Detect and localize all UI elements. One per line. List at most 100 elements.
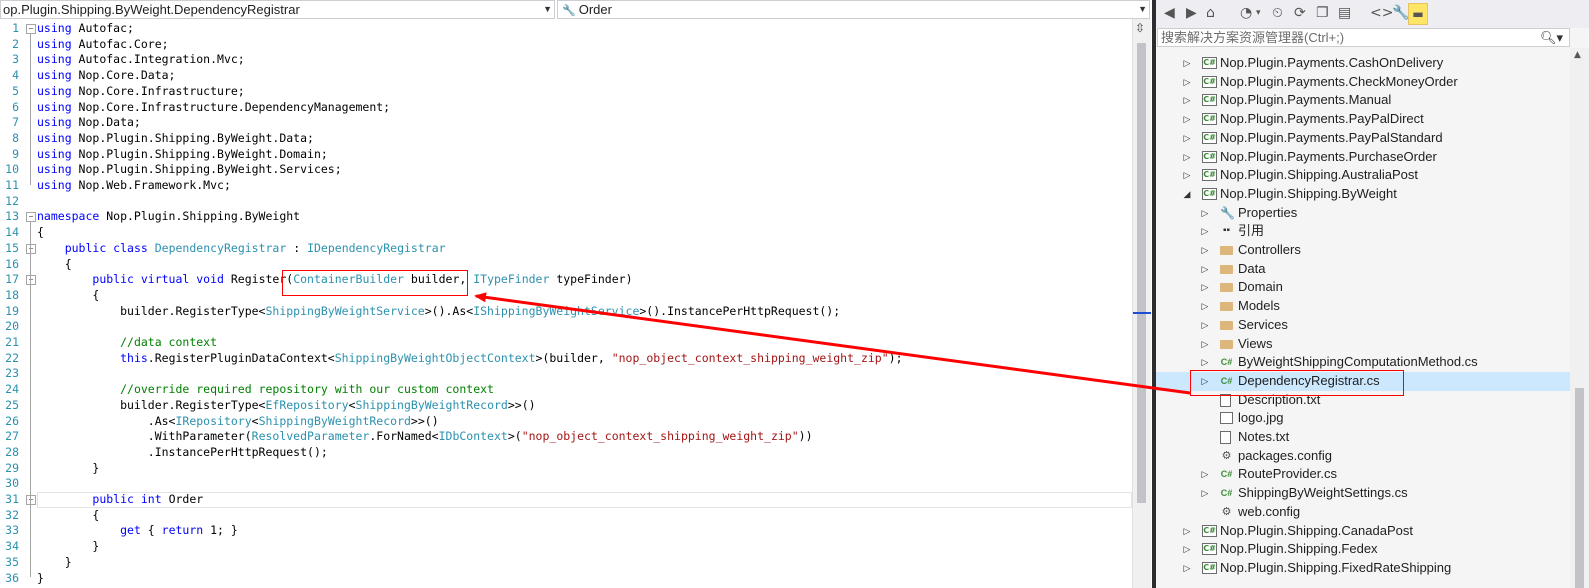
- collapse-toggle-icon[interactable]: −: [26, 24, 36, 34]
- tree-item[interactable]: ▷ C# ShippingByWeightSettings.cs: [1156, 484, 1570, 503]
- properties-wrench-icon[interactable]: 🔧: [1392, 5, 1409, 21]
- code-line[interactable]: get { return 1; }: [37, 523, 238, 539]
- code-area[interactable]: 1− using Autofac; 2 using Autofac.Core; 3 usi…: [0, 21, 1132, 588]
- forward-icon[interactable]: ▶: [1186, 5, 1197, 21]
- class-dropdown[interactable]: op.Plugin.Shipping.ByWeight.DependencyRe…: [0, 0, 555, 19]
- collapsed-arrow-icon[interactable]: ▷: [1182, 110, 1192, 129]
- tree-item[interactable]: ◢ C# Nop.Plugin.Shipping.ByWeight: [1156, 185, 1570, 204]
- code-line[interactable]: .WithParameter(ResolvedParameter.ForName…: [37, 429, 813, 445]
- tree-item[interactable]: ⚙ packages.config: [1156, 447, 1570, 466]
- collapse-all-icon[interactable]: ❐: [1316, 5, 1329, 21]
- member-dropdown[interactable]: 🔧 Order ▼: [557, 0, 1150, 19]
- tree-item[interactable]: ▷ Domain: [1156, 278, 1570, 297]
- pending-changes-icon[interactable]: ⏲: [1272, 5, 1283, 21]
- tree-item[interactable]: ▷ C# Nop.Plugin.Shipping.AustraliaPost: [1156, 166, 1570, 185]
- tree-item[interactable]: ▷ Models: [1156, 297, 1570, 316]
- code-line[interactable]: using Nop.Plugin.Shipping.ByWeight.Servi…: [37, 162, 342, 178]
- tree-item[interactable]: Notes.txt: [1156, 428, 1570, 447]
- tree-item[interactable]: ▷ Services: [1156, 316, 1570, 335]
- preview-selected-icon[interactable]: ▬: [1408, 3, 1428, 25]
- view-code-icon[interactable]: <>: [1370, 5, 1393, 21]
- tree-item[interactable]: ▷ C# Nop.Plugin.Payments.Manual: [1156, 91, 1570, 110]
- tree-item[interactable]: ▷ C# Nop.Plugin.Shipping.CanadaPost: [1156, 522, 1570, 541]
- code-line[interactable]: using Nop.Plugin.Shipping.ByWeight.Data;: [37, 131, 314, 147]
- code-line[interactable]: public class DependencyRegistrar : IDepe…: [37, 241, 446, 257]
- code-line[interactable]: using Nop.Core.Infrastructure.Dependency…: [37, 100, 390, 116]
- collapsed-arrow-icon[interactable]: ▷: [1200, 353, 1210, 372]
- code-line[interactable]: this.RegisterPluginDataContext<ShippingB…: [37, 351, 902, 367]
- collapsed-arrow-icon[interactable]: ▷: [1200, 222, 1210, 241]
- code-line[interactable]: }: [37, 461, 99, 477]
- code-line[interactable]: builder.RegisterType<ShippingByWeightSer…: [37, 304, 840, 320]
- editor-vertical-scrollbar[interactable]: ⇳: [1132, 19, 1151, 588]
- code-line[interactable]: {: [37, 508, 99, 524]
- collapsed-arrow-icon[interactable]: ▷: [1200, 316, 1210, 335]
- collapse-toggle-icon[interactable]: −: [26, 243, 36, 254]
- code-line[interactable]: using Autofac.Integration.Mvc;: [37, 52, 245, 68]
- code-line[interactable]: //override required repository with our …: [37, 382, 494, 398]
- collapsed-arrow-icon[interactable]: ▷: [1182, 129, 1192, 148]
- solution-search-input[interactable]: 搜索解决方案资源管理器(Ctrl+;) 🔍︎▾: [1157, 28, 1570, 47]
- collapsed-arrow-icon[interactable]: ▷: [1200, 465, 1210, 484]
- tree-item[interactable]: ▷ 🔧 Properties: [1156, 204, 1570, 223]
- code-line[interactable]: using Nop.Data;: [37, 115, 141, 131]
- collapse-toggle-icon[interactable]: −: [26, 275, 36, 286]
- expanded-arrow-icon[interactable]: ◢: [1182, 185, 1192, 204]
- split-window-icon[interactable]: ⇳: [1135, 21, 1145, 35]
- solution-tree[interactable]: ▷ C# Nop.Plugin.Payments.CashOnDelivery ▷ C#…: [1156, 52, 1570, 588]
- code-line[interactable]: using Nop.Core.Infrastructure;: [37, 84, 245, 100]
- tree-item[interactable]: ▷ C# Nop.Plugin.Payments.PurchaseOrder: [1156, 148, 1570, 167]
- code-line[interactable]: using Autofac.Core;: [37, 37, 169, 53]
- collapsed-arrow-icon[interactable]: ▷: [1200, 484, 1210, 503]
- collapsed-arrow-icon[interactable]: ▷: [1200, 372, 1210, 391]
- tree-item[interactable]: ▷ Data: [1156, 260, 1570, 279]
- tree-item[interactable]: ▷ C# Nop.Plugin.Payments.CashOnDelivery: [1156, 54, 1570, 73]
- tree-item[interactable]: Description.txt: [1156, 391, 1570, 410]
- collapsed-arrow-icon[interactable]: ▷: [1200, 260, 1210, 279]
- code-line[interactable]: //data context: [37, 335, 217, 351]
- tree-item[interactable]: ▷ C# Nop.Plugin.Payments.PayPalDirect: [1156, 110, 1570, 129]
- code-line[interactable]: public virtual void Register(ContainerBu…: [37, 272, 632, 288]
- code-line[interactable]: .InstancePerHttpRequest();: [37, 445, 328, 461]
- solution-explorer[interactable]: ◀ ▶ ⌂ ◔ ▾ ⏲ ⟳ ❐ ▤ <> 🔧 ▬ 搜索解决方案资源管理器(Ctr…: [1156, 0, 1589, 588]
- collapsed-arrow-icon[interactable]: ▷: [1200, 241, 1210, 260]
- collapse-toggle-icon[interactable]: −: [26, 495, 36, 505]
- code-line[interactable]: using Autofac;: [37, 21, 134, 37]
- code-line[interactable]: using Nop.Web.Framework.Mvc;: [37, 178, 231, 194]
- solution-explorer-scrollbar[interactable]: ▲: [1570, 48, 1589, 588]
- history-dropdown-icon[interactable]: ▾: [1256, 8, 1261, 18]
- collapsed-arrow-icon[interactable]: ▷: [1182, 73, 1192, 92]
- collapse-toggle-icon[interactable]: −: [26, 212, 36, 223]
- collapsed-arrow-icon[interactable]: ▷: [1182, 559, 1192, 578]
- tree-item[interactable]: ▷ ▪▪ 引用: [1156, 222, 1570, 241]
- collapsed-arrow-icon[interactable]: ▷: [1200, 297, 1210, 316]
- tree-item[interactable]: ▷ C# RouteProvider.cs: [1156, 465, 1570, 484]
- tree-item[interactable]: ▷ Views: [1156, 335, 1570, 354]
- collapsed-arrow-icon[interactable]: ▷: [1200, 278, 1210, 297]
- tree-item[interactable]: ⚙ web.config: [1156, 503, 1570, 522]
- collapsed-arrow-icon[interactable]: ▷: [1200, 204, 1210, 223]
- code-line[interactable]: {: [37, 257, 72, 273]
- collapsed-arrow-icon[interactable]: ▷: [1182, 91, 1192, 110]
- collapsed-arrow-icon[interactable]: ▷: [1182, 540, 1192, 559]
- back-icon[interactable]: ◀: [1164, 5, 1175, 21]
- code-line[interactable]: builder.RegisterType<EfRepository<Shippi…: [37, 398, 535, 414]
- code-line[interactable]: .As<IRepository<ShippingByWeightRecord>>…: [37, 414, 439, 430]
- code-line[interactable]: }: [37, 571, 44, 587]
- code-editor[interactable]: op.Plugin.Shipping.ByWeight.DependencyRe…: [0, 0, 1152, 588]
- code-line[interactable]: }: [37, 555, 72, 571]
- code-line[interactable]: namespace Nop.Plugin.Shipping.ByWeight: [37, 209, 300, 225]
- collapsed-arrow-icon[interactable]: ▷: [1182, 522, 1192, 541]
- code-line[interactable]: }: [37, 539, 99, 555]
- tree-item[interactable]: ▷ C# ByWeightShippingComputationMethod.cs: [1156, 353, 1570, 372]
- refresh-icon[interactable]: ⟳: [1294, 5, 1306, 21]
- code-line[interactable]: using Nop.Plugin.Shipping.ByWeight.Domai…: [37, 147, 328, 163]
- search-icon[interactable]: 🔍︎▾: [1540, 29, 1563, 47]
- home-icon[interactable]: ⌂: [1206, 5, 1215, 21]
- tree-item[interactable]: ▷ C# Nop.Plugin.Payments.CheckMoneyOrder: [1156, 73, 1570, 92]
- tree-item[interactable]: logo.jpg: [1156, 409, 1570, 428]
- show-all-files-icon[interactable]: ▤: [1338, 5, 1351, 21]
- tree-item[interactable]: ▷ C# Nop.Plugin.Shipping.Fedex: [1156, 540, 1570, 559]
- tree-item[interactable]: ▷ Controllers: [1156, 241, 1570, 260]
- scroll-up-icon[interactable]: ▲: [1574, 50, 1581, 60]
